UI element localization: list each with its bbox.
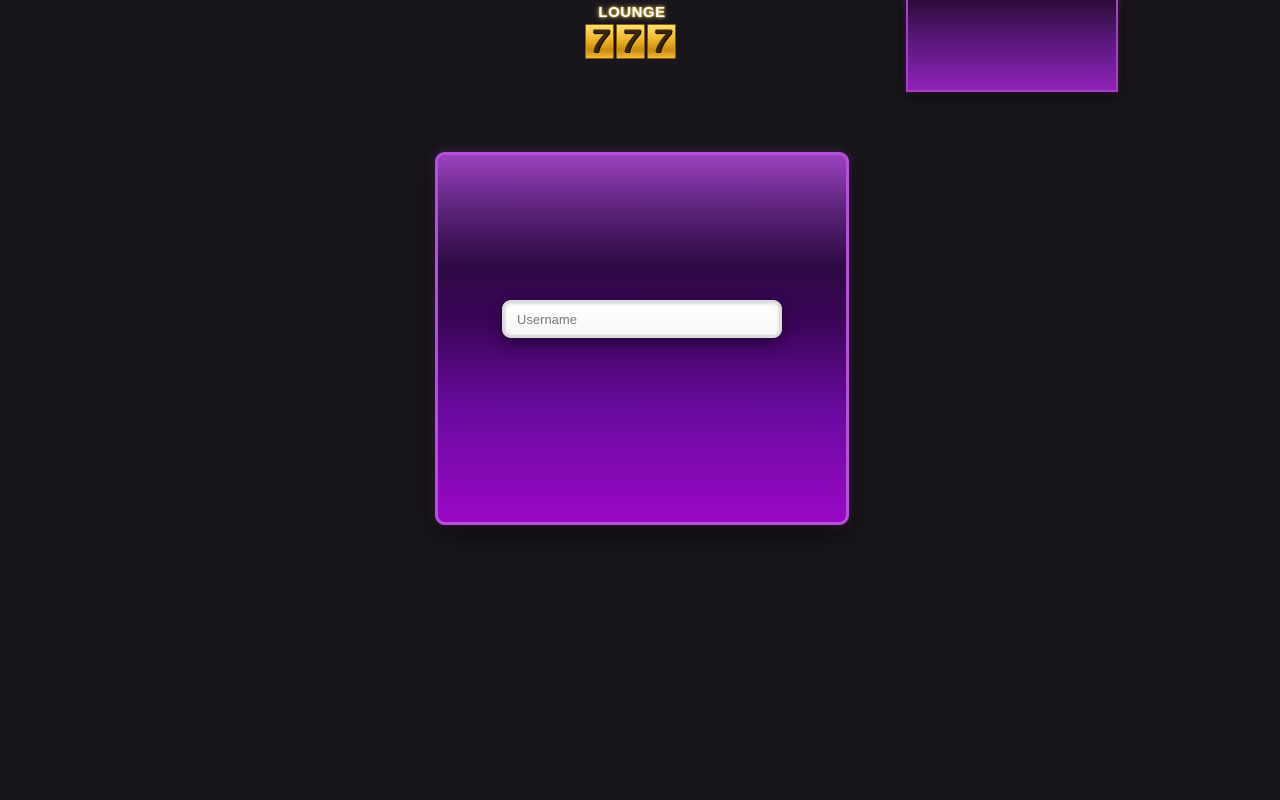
logo-reel-3: 7 <box>647 24 676 59</box>
logo-slot-reels: 7 7 7 <box>585 24 676 59</box>
header-promo-panel <box>906 0 1118 92</box>
logo-reel-1: 7 <box>585 24 614 59</box>
login-card <box>435 152 849 525</box>
page: LOUNGE 7 7 7 <box>0 0 1280 800</box>
logo-reel-2: 7 <box>616 24 645 59</box>
logo-wordmark: LOUNGE <box>598 4 666 21</box>
lounge777-logo[interactable]: LOUNGE 7 7 7 <box>583 2 681 62</box>
username-input[interactable] <box>502 300 782 338</box>
